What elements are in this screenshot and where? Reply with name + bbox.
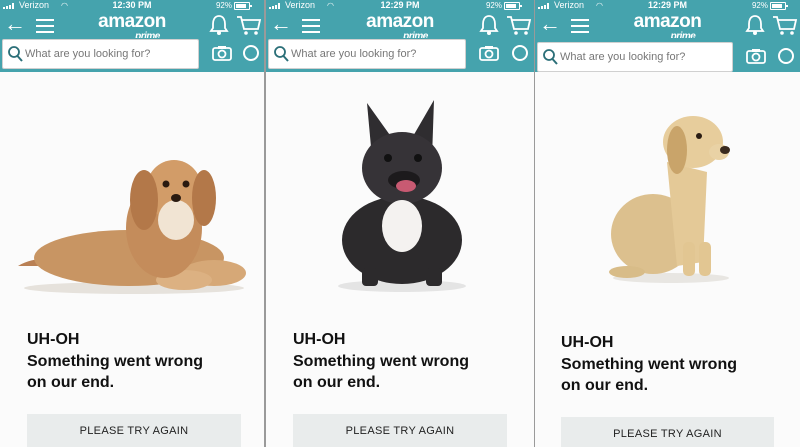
logo-word: amazon: [98, 11, 166, 32]
try-again-button[interactable]: PLEASE TRY AGAIN: [293, 414, 507, 447]
battery-percent: 92%: [751, 1, 768, 10]
try-again-button[interactable]: PLEASE TRY AGAIN: [561, 417, 774, 447]
battery-icon: [234, 2, 252, 10]
search-row: [0, 38, 264, 72]
alexa-icon[interactable]: [243, 45, 259, 61]
phone-screen-1: Verizon ◠ 12:30 PM 92% ← amazon prime Wh…: [0, 0, 264, 447]
search-input[interactable]: [291, 44, 461, 64]
error-message-line-1: Something went wrong: [293, 353, 469, 370]
battery-icon: [504, 2, 522, 10]
search-input[interactable]: [560, 47, 728, 67]
try-again-button[interactable]: PLEASE TRY AGAIN: [27, 414, 241, 447]
cavapoo-dog-image: [18, 160, 246, 294]
camera-icon[interactable]: [212, 45, 232, 61]
search-icon: [543, 49, 558, 65]
search-icon: [8, 46, 23, 62]
battery-icon: [770, 2, 788, 10]
logo-word: amazon: [366, 11, 434, 32]
phone-screen-2: Verizon ◠ 12:29 PM 92% ← amazon prime Wh…: [266, 0, 534, 447]
search-box[interactable]: [268, 39, 466, 69]
cart-icon[interactable]: [236, 14, 262, 36]
top-nav: ← amazon prime: [535, 11, 800, 44]
search-row: [535, 38, 800, 72]
top-nav: ← amazon prime: [0, 11, 264, 44]
cart-icon[interactable]: [506, 14, 532, 36]
error-title: UH-OH: [293, 331, 346, 348]
error-message-line-1: Something went wrong: [27, 353, 203, 370]
search-box[interactable]: [537, 42, 733, 72]
french-bulldog-image: [338, 100, 466, 292]
search-box[interactable]: [2, 39, 199, 69]
error-message-line-2: on our end.: [293, 374, 381, 391]
bell-icon[interactable]: [744, 14, 766, 36]
bell-icon[interactable]: [478, 14, 500, 36]
logo-word: amazon: [633, 11, 702, 32]
cart-icon[interactable]: [772, 14, 798, 36]
status-bar: Verizon ◠ 12:30 PM 92%: [0, 0, 264, 11]
status-bar: Verizon ◠ 12:29 PM 92%: [266, 0, 534, 11]
search-row: [266, 38, 534, 72]
battery-percent: 92%: [215, 1, 232, 10]
error-title: UH-OH: [27, 331, 80, 348]
labrador-dog-image: [609, 116, 730, 283]
error-title: UH-OH: [561, 334, 614, 351]
camera-icon[interactable]: [746, 48, 766, 64]
bell-icon[interactable]: [208, 14, 230, 36]
alexa-icon[interactable]: [512, 45, 528, 61]
search-input[interactable]: [25, 44, 194, 64]
battery-percent: 92%: [485, 1, 502, 10]
camera-icon[interactable]: [479, 45, 499, 61]
error-message-line-2: on our end.: [27, 374, 115, 391]
status-bar: Verizon ◠ 12:29 PM 92%: [535, 0, 800, 11]
search-icon: [274, 46, 289, 62]
error-message-line-2: on our end.: [561, 377, 649, 394]
error-message-line-1: Something went wrong: [561, 356, 737, 373]
top-nav: ← amazon prime: [266, 11, 534, 44]
alexa-icon[interactable]: [778, 48, 794, 64]
phone-screen-3: Verizon ◠ 12:29 PM 92% ← amazon prime Wh…: [535, 0, 800, 447]
